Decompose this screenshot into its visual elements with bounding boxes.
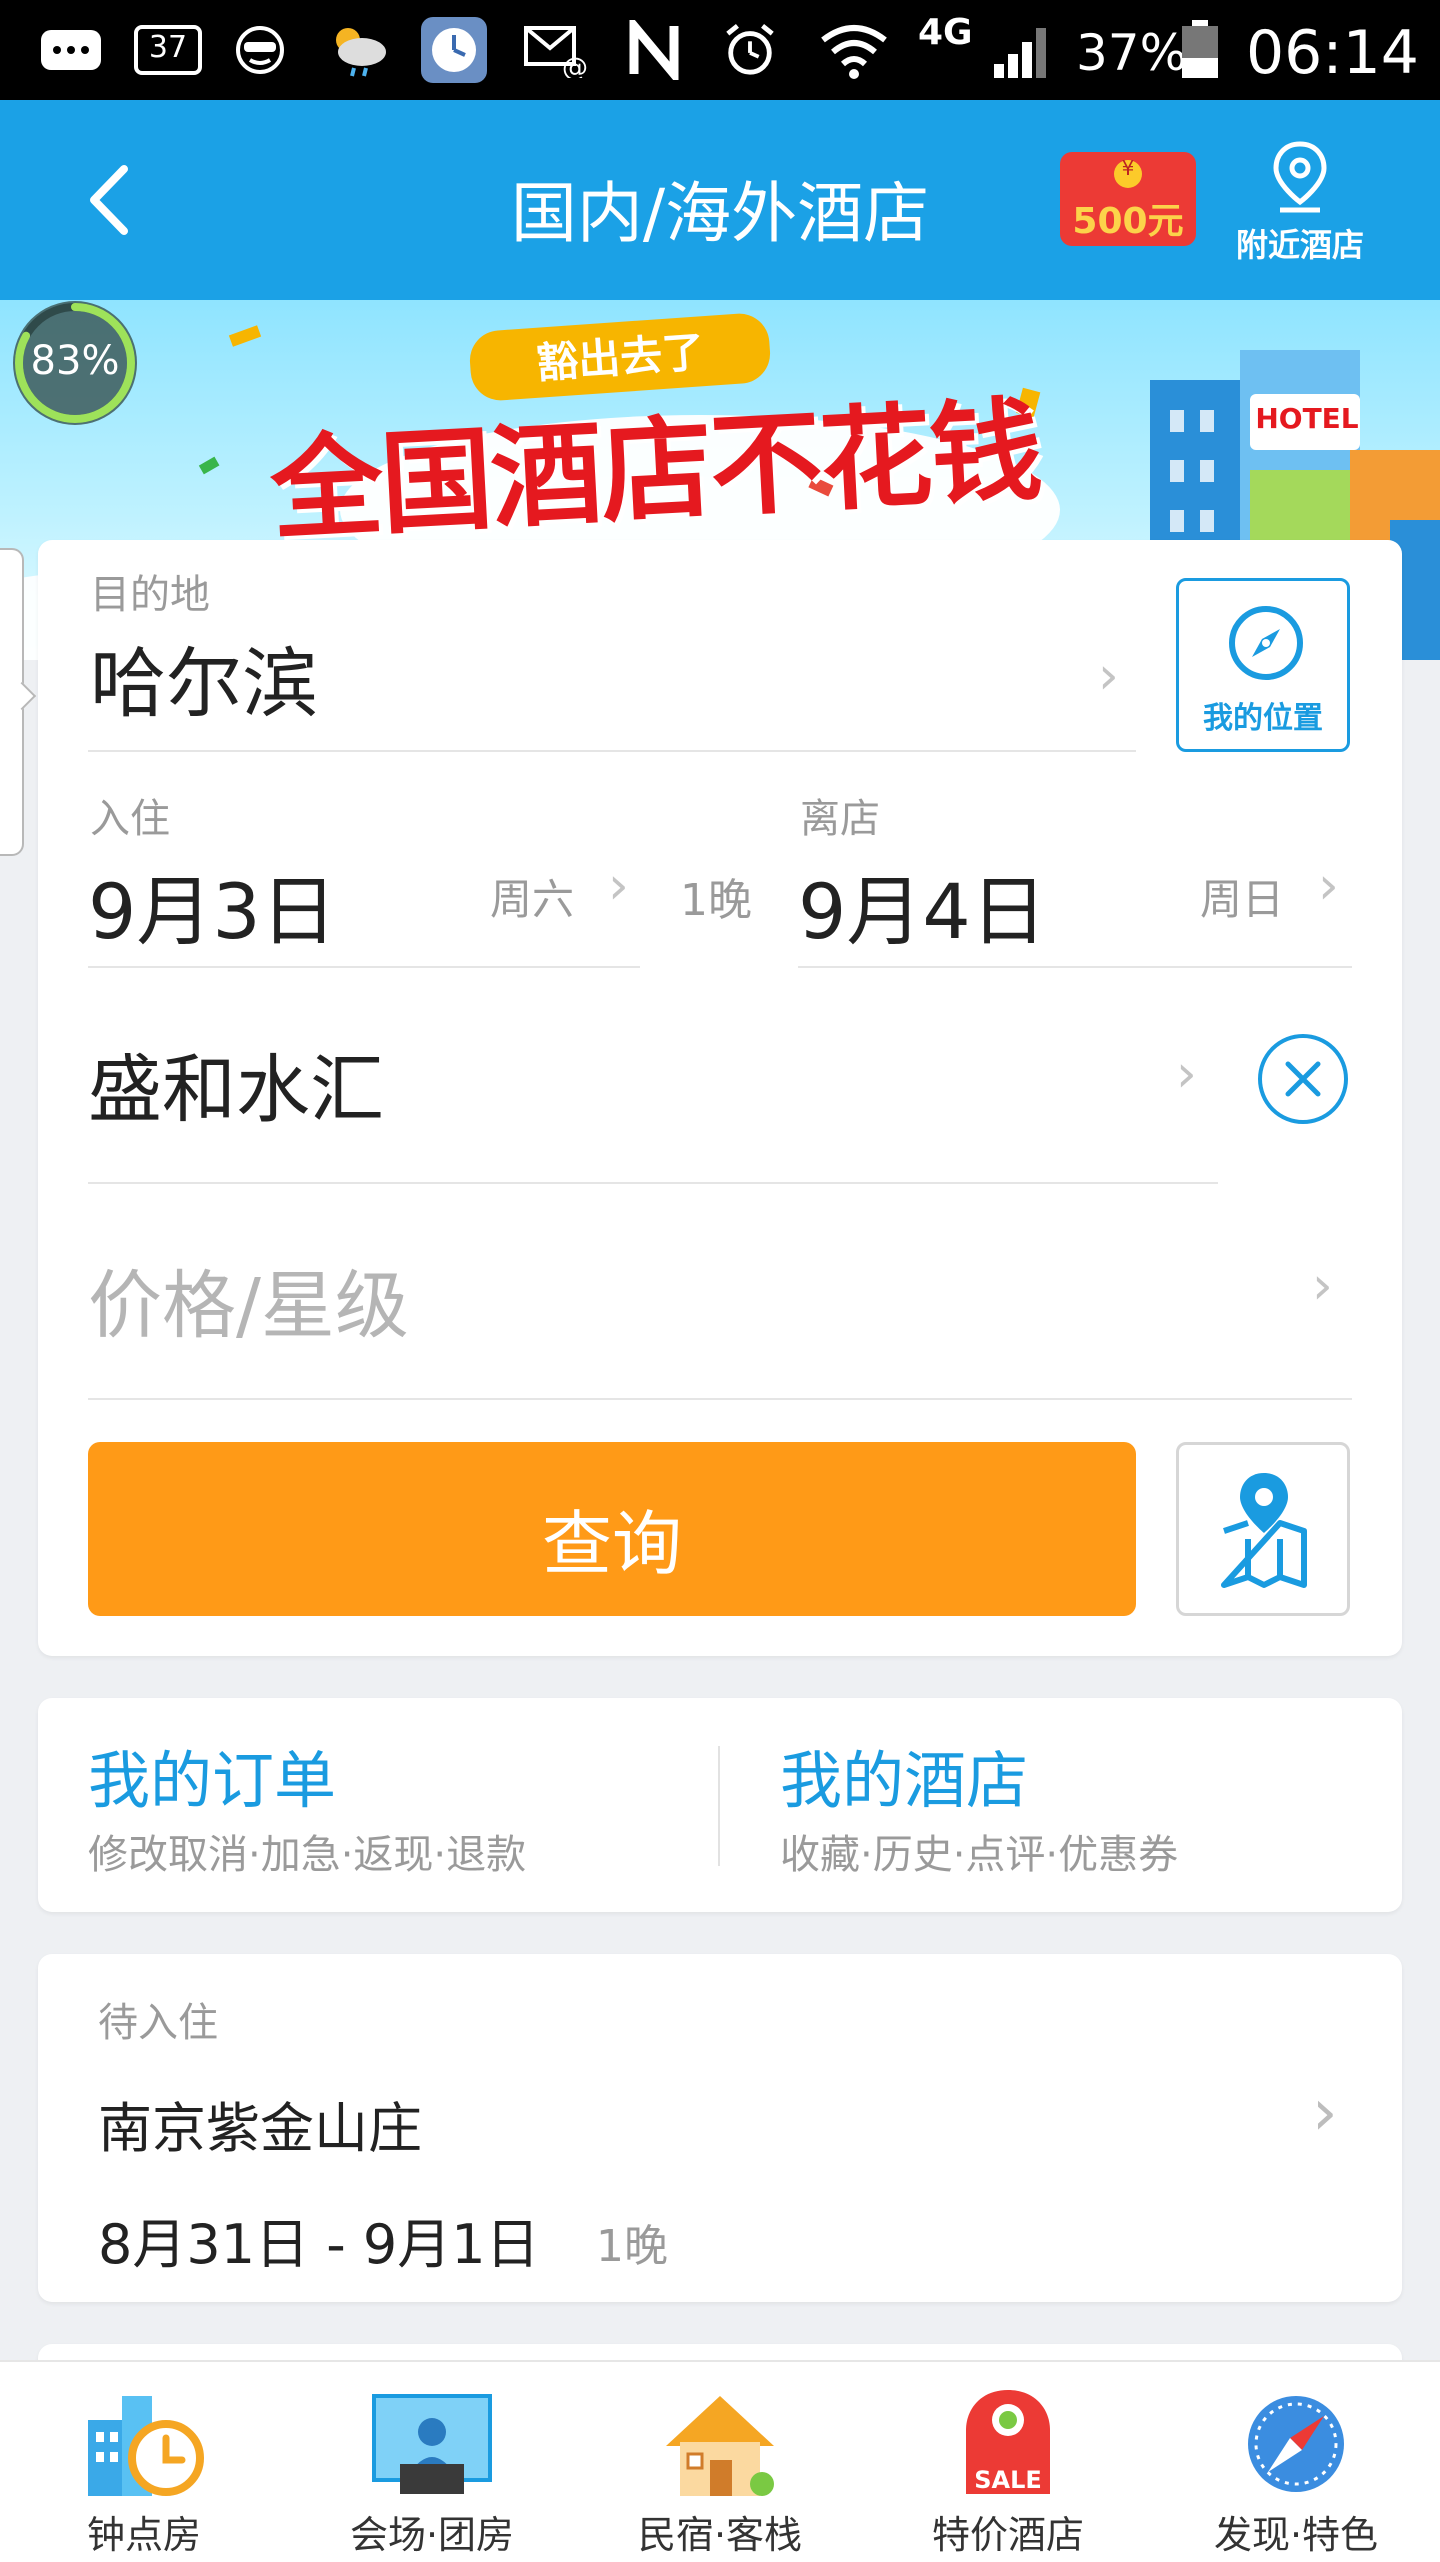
- chevron-right-icon: ›: [1098, 646, 1119, 706]
- status-bar: 37 @ 4G 37% 06:14: [0, 0, 1440, 100]
- destination-field[interactable]: 哈尔滨 ›: [88, 620, 1136, 750]
- bottom-navigation: 钟点房 会场·团房 民宿·客栈 SALE 特价酒店 发现·特色: [0, 2360, 1440, 2562]
- chevron-right-icon: ›: [608, 856, 629, 916]
- battery-percent: 37%: [1076, 24, 1188, 82]
- booking-hotel-name: 南京紫金山庄: [98, 2097, 422, 2160]
- nav-guesthouse[interactable]: 民宿·客栈: [576, 2362, 864, 2562]
- wifi-icon: [818, 22, 890, 79]
- nav-label: 钟点房: [86, 2513, 201, 2557]
- my-hotels-link[interactable]: 我的酒店 收藏·历史·点评·优惠券: [780, 1730, 1380, 1890]
- battery-icon: [1180, 20, 1220, 80]
- clock-time: 06:14: [1246, 18, 1419, 88]
- face-icon: [232, 22, 288, 78]
- vertical-divider: [718, 1746, 720, 1866]
- email-at-icon: @: [520, 22, 590, 78]
- nfc-icon: [624, 20, 684, 80]
- clock-app-icon: [420, 17, 488, 83]
- checkout-weekday: 周日: [1200, 875, 1285, 924]
- my-hotels-title: 我的酒店: [780, 1744, 1029, 1817]
- location-pin-icon: [1273, 141, 1327, 213]
- sale-tag-text: SALE: [974, 2466, 1042, 2494]
- booking-nights: 1晚: [596, 2221, 668, 2272]
- destination-value: 哈尔滨: [90, 639, 318, 728]
- weather-icon: [322, 22, 392, 78]
- nearby-hotels-button[interactable]: 附近酒店: [1222, 140, 1378, 270]
- signal-icon: [988, 22, 1058, 78]
- my-location-label: 我的位置: [1203, 701, 1323, 736]
- map-pin-icon: [1221, 1473, 1307, 1588]
- divider: [88, 750, 1136, 752]
- my-orders-subtitle: 修改取消·加急·返现·退款: [88, 1832, 527, 1878]
- clear-keyword-button[interactable]: [1256, 1032, 1350, 1126]
- chevron-right-icon: ›: [1312, 2076, 1338, 2150]
- checkin-weekday: 周六: [490, 875, 575, 924]
- map-search-button[interactable]: [1176, 1442, 1350, 1616]
- compass-discover-icon: [1248, 2396, 1344, 2492]
- compass-icon: [1229, 606, 1303, 680]
- nav-hourly-room[interactable]: 钟点房: [0, 2362, 288, 2562]
- checkout-label: 离店: [800, 796, 880, 842]
- nav-conference[interactable]: 会场·团房: [288, 2362, 576, 2562]
- network-type: 4G: [918, 12, 973, 53]
- guesthouse-icon: [666, 2396, 774, 2496]
- keyword-field[interactable]: 盛和水汇 ›: [88, 1010, 1218, 1180]
- hotel-sign-text: HOTEL: [1255, 402, 1359, 435]
- nights-count: 1晚: [680, 875, 752, 926]
- nav-label: 发现·特色: [1213, 2513, 1379, 2557]
- divider: [88, 966, 640, 968]
- conference-icon: [372, 2394, 492, 2494]
- calendar-badge-icon: 37: [132, 22, 204, 78]
- my-orders-link[interactable]: 我的订单 修改取消·加急·返现·退款: [88, 1730, 708, 1890]
- search-button[interactable]: 查询: [88, 1442, 1136, 1616]
- red-packet-button[interactable]: ¥ 500元: [1060, 152, 1196, 246]
- nav-label: 特价酒店: [931, 2513, 1084, 2557]
- my-location-button[interactable]: 我的位置: [1176, 578, 1350, 752]
- nav-label: 民宿·客栈: [637, 2513, 803, 2557]
- chevron-right-icon: ›: [1312, 1256, 1333, 1316]
- my-orders-title: 我的订单: [88, 1744, 337, 1817]
- side-drawer-handle[interactable]: [0, 548, 37, 856]
- nearby-hotels-label: 附近酒店: [1235, 226, 1364, 264]
- chat-icon: [36, 22, 106, 78]
- red-packet-amount: 500元: [1072, 201, 1184, 242]
- chevron-right-icon: ›: [1176, 1044, 1197, 1104]
- checkout-date: 9月4日: [798, 867, 1047, 956]
- booking-status: 待入住: [98, 2000, 218, 2046]
- booking-date-range: 8月31日 - 9月1日: [98, 2213, 540, 2276]
- nav-label: 会场·团房: [349, 2513, 515, 2557]
- destination-label: 目的地: [90, 572, 210, 618]
- price-star-placeholder: 价格/星级: [88, 1263, 409, 1349]
- close-circle-icon: [1258, 1034, 1348, 1124]
- hourly-room-icon: [88, 2396, 204, 2496]
- divider: [798, 966, 1352, 968]
- checkout-date-field[interactable]: 9月4日 周日 ›: [798, 840, 1352, 966]
- red-packet-symbol: ¥: [1121, 156, 1135, 180]
- svg-text:@: @: [562, 53, 588, 78]
- search-button-label: 查询: [542, 1503, 682, 1585]
- alarm-icon: [722, 22, 778, 78]
- price-star-field[interactable]: 价格/星级 ›: [88, 1226, 1352, 1396]
- divider: [88, 1398, 1352, 1400]
- divider: [88, 1182, 1218, 1184]
- keyword-value: 盛和水汇: [88, 1047, 384, 1133]
- my-hotels-subtitle: 收藏·历史·点评·优惠券: [780, 1832, 1179, 1878]
- checkin-date-field[interactable]: 9月3日 周六 ›: [88, 840, 640, 966]
- checkin-label: 入住: [90, 796, 170, 842]
- progress-label: 83%: [30, 338, 120, 384]
- checkin-date: 9月3日: [88, 867, 337, 956]
- nav-sale-hotels[interactable]: SALE 特价酒店: [864, 2362, 1152, 2562]
- nav-discover[interactable]: 发现·特色: [1152, 2362, 1440, 2562]
- loading-progress-ring: 83%: [8, 296, 142, 430]
- badge-number: 37: [148, 30, 188, 65]
- chevron-right-icon: ›: [1318, 856, 1339, 916]
